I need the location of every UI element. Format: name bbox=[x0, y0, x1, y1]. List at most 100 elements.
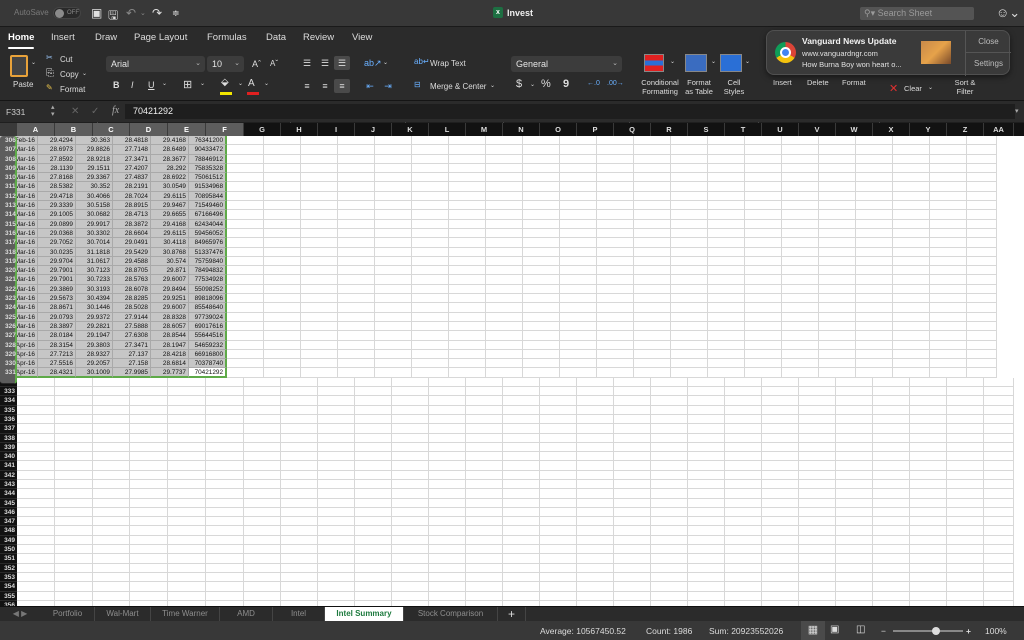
cell-o329[interactable] bbox=[523, 349, 560, 360]
cell-o351[interactable] bbox=[540, 554, 577, 564]
cell-q318[interactable] bbox=[597, 247, 634, 257]
tab-draw[interactable]: Draw bbox=[95, 32, 117, 43]
cell-l316[interactable] bbox=[412, 228, 449, 239]
cell-k348[interactable] bbox=[392, 526, 429, 536]
cell-h331[interactable] bbox=[264, 368, 301, 378]
cell-g354[interactable] bbox=[244, 582, 281, 592]
cell-c337[interactable] bbox=[93, 424, 130, 434]
cell-n331[interactable] bbox=[486, 368, 523, 378]
cell-h348[interactable] bbox=[281, 526, 318, 536]
cell-y310[interactable] bbox=[893, 173, 930, 183]
cell-h355[interactable] bbox=[281, 591, 318, 601]
cell-k325[interactable] bbox=[375, 312, 412, 322]
cell-i327[interactable] bbox=[301, 331, 338, 341]
cell-d354[interactable] bbox=[130, 582, 168, 592]
cell-v320[interactable] bbox=[782, 266, 819, 276]
cell-m351[interactable] bbox=[466, 554, 503, 564]
cell-v322[interactable] bbox=[782, 284, 819, 295]
cell-a337[interactable] bbox=[17, 424, 55, 434]
decrease-font-size-icon[interactable]: Aˇ bbox=[270, 59, 278, 68]
cell-k324[interactable] bbox=[375, 303, 412, 313]
cell-z333[interactable] bbox=[947, 387, 984, 397]
cell-v328[interactable] bbox=[782, 340, 819, 350]
cell-aa326[interactable] bbox=[967, 321, 997, 332]
column-header-l[interactable]: L bbox=[429, 123, 466, 136]
cell-f328[interactable]: 54659232 bbox=[189, 340, 227, 350]
cell-m315[interactable] bbox=[449, 219, 486, 229]
cell-r322[interactable] bbox=[634, 284, 671, 295]
cell-s324[interactable] bbox=[671, 303, 708, 313]
paste-icon[interactable] bbox=[10, 55, 28, 77]
cell-e315[interactable]: 29.4168 bbox=[151, 219, 189, 229]
cell-q330[interactable] bbox=[597, 359, 634, 369]
cell-o337[interactable] bbox=[540, 424, 577, 434]
cell-v314[interactable] bbox=[782, 210, 819, 220]
cell-w328[interactable] bbox=[819, 340, 856, 350]
cell-n313[interactable] bbox=[486, 201, 523, 211]
cell-e318[interactable]: 30.8768 bbox=[151, 247, 189, 257]
cell-d314[interactable]: 28.4713 bbox=[113, 210, 151, 220]
increase-font-size-icon[interactable]: Aˆ bbox=[252, 59, 261, 69]
cell-n341[interactable] bbox=[503, 461, 540, 471]
cell-o325[interactable] bbox=[523, 312, 560, 322]
cell-e349[interactable] bbox=[168, 535, 206, 546]
cell-aa308[interactable] bbox=[967, 154, 997, 164]
cell-g330[interactable] bbox=[227, 359, 264, 369]
cell-d317[interactable]: 29.0491 bbox=[113, 238, 151, 248]
cell-j318[interactable] bbox=[338, 247, 375, 257]
cell-q332[interactable] bbox=[614, 377, 651, 388]
cell-y314[interactable] bbox=[893, 210, 930, 220]
cell-n332[interactable] bbox=[503, 377, 540, 388]
cell-p350[interactable] bbox=[577, 545, 614, 555]
cell-z322[interactable] bbox=[930, 284, 967, 295]
sort-filter-button[interactable]: Sort & Filter bbox=[948, 78, 982, 96]
cell-p347[interactable] bbox=[577, 517, 614, 527]
cell-k334[interactable] bbox=[392, 396, 429, 406]
column-header-q[interactable]: Q bbox=[614, 123, 651, 136]
cell-n316[interactable] bbox=[486, 228, 523, 239]
cell-h322[interactable] bbox=[264, 284, 301, 295]
cell-j307[interactable] bbox=[338, 145, 375, 155]
cell-l340[interactable] bbox=[429, 452, 466, 462]
cell-s327[interactable] bbox=[671, 331, 708, 341]
cell-n348[interactable] bbox=[503, 526, 540, 536]
cell-e347[interactable] bbox=[168, 517, 206, 527]
cell-s328[interactable] bbox=[671, 340, 708, 350]
cell-h318[interactable] bbox=[264, 247, 301, 257]
cell-h317[interactable] bbox=[264, 238, 301, 248]
row-header[interactable]: 350 bbox=[0, 545, 17, 555]
cell-n347[interactable] bbox=[503, 517, 540, 527]
cell-g342[interactable] bbox=[244, 470, 281, 480]
cell-y321[interactable] bbox=[893, 275, 930, 285]
cell-aa324[interactable] bbox=[967, 303, 997, 313]
cell-m339[interactable] bbox=[466, 442, 503, 453]
cell-aa354[interactable] bbox=[984, 582, 1014, 592]
cell-s325[interactable] bbox=[671, 312, 708, 322]
cell-o336[interactable] bbox=[540, 414, 577, 425]
cell-i308[interactable] bbox=[301, 154, 338, 164]
cell-x345[interactable] bbox=[873, 498, 910, 508]
cell-p344[interactable] bbox=[577, 489, 614, 499]
cell-j323[interactable] bbox=[338, 294, 375, 304]
cell-g346[interactable] bbox=[244, 507, 281, 518]
cell-b329[interactable]: 27.7213 bbox=[38, 349, 76, 360]
cell-y343[interactable] bbox=[910, 479, 947, 490]
borders-dropdown-icon[interactable]: ⌄ bbox=[200, 80, 205, 87]
cell-l343[interactable] bbox=[429, 479, 466, 490]
cell-t324[interactable] bbox=[708, 303, 745, 313]
cell-y331[interactable] bbox=[893, 368, 930, 378]
cell-i321[interactable] bbox=[301, 275, 338, 285]
cell-f333[interactable] bbox=[206, 387, 244, 397]
cell-t323[interactable] bbox=[708, 294, 745, 304]
cell-t329[interactable] bbox=[708, 349, 745, 360]
cell-k335[interactable] bbox=[392, 405, 429, 415]
cell-g335[interactable] bbox=[244, 405, 281, 415]
cell-u315[interactable] bbox=[745, 219, 782, 229]
cell-s307[interactable] bbox=[671, 145, 708, 155]
cell-q338[interactable] bbox=[614, 433, 651, 443]
cell-m325[interactable] bbox=[449, 312, 486, 322]
cell-q322[interactable] bbox=[597, 284, 634, 295]
cell-k320[interactable] bbox=[375, 266, 412, 276]
cell-r314[interactable] bbox=[634, 210, 671, 220]
cell-l309[interactable] bbox=[412, 163, 449, 174]
